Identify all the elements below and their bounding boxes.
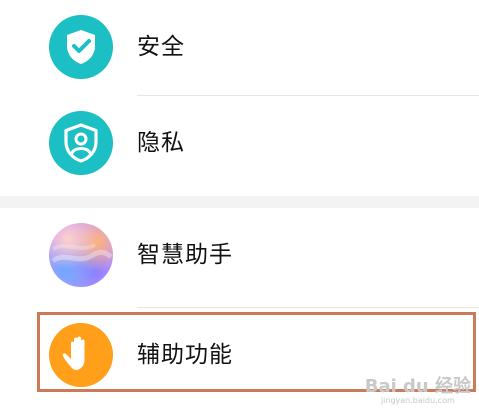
privacy-shield-user-icon: [49, 111, 113, 175]
watermark: Bai du 经验 jingyan.baidu.com: [365, 378, 471, 405]
settings-group-security: 安全 隐私: [0, 0, 479, 196]
settings-item-smart-assistant[interactable]: 智慧助手: [0, 208, 479, 303]
smart-assistant-gradient-icon: [49, 223, 113, 287]
settings-item-label: 安全: [137, 34, 185, 60]
settings-item-privacy[interactable]: 隐私: [0, 96, 479, 191]
watermark-sub: jingyan.baidu.com: [380, 396, 455, 405]
shield-check-icon: [49, 15, 113, 79]
watermark-main: Bai du 经验: [364, 376, 471, 397]
settings-item-label: 隐私: [137, 130, 185, 156]
settings-screen: 安全 隐私 智慧助手 辅助功能 Bai du 经验 jingyan.baidu.…: [0, 0, 479, 408]
settings-item-label: 智慧助手: [137, 242, 233, 268]
settings-item-security[interactable]: 安全: [0, 0, 479, 95]
